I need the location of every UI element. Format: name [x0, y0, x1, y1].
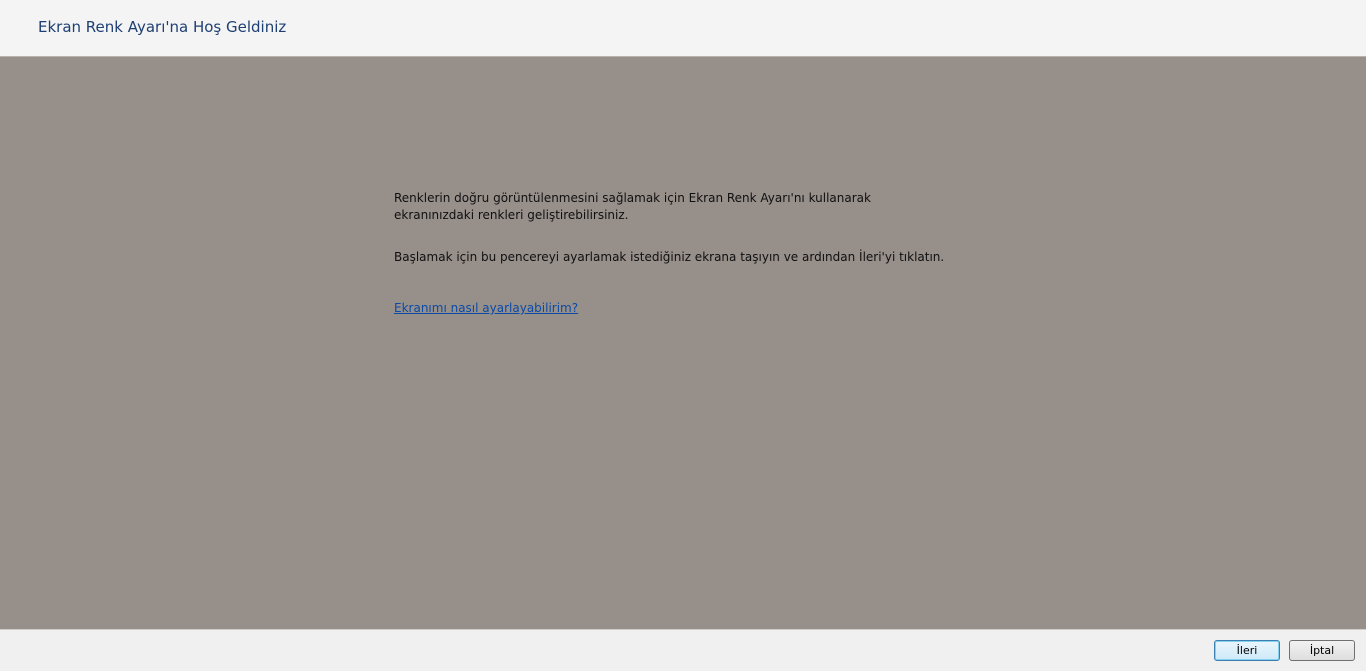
footer-bar: İleri İptal — [0, 629, 1366, 671]
next-button[interactable]: İleri — [1214, 640, 1280, 661]
intro-paragraph: Renklerin doğru görüntülenmesini sağlama… — [394, 191, 871, 222]
title-bar: Ekran Renk Ayarı'na Hoş Geldiniz — [0, 0, 1366, 57]
content-area: Renklerin doğru görüntülenmesini sağlama… — [0, 57, 1366, 629]
help-link[interactable]: Ekranımı nasıl ayarlayabilirim? — [394, 300, 578, 317]
window-title: Ekran Renk Ayarı'na Hoş Geldiniz — [38, 18, 287, 36]
calibration-window: Ekran Renk Ayarı'na Hoş Geldiniz Renkler… — [0, 0, 1366, 671]
intro-text-block: Renklerin doğru görüntülenmesini sağlama… — [394, 190, 954, 317]
instruction-paragraph: Başlamak için bu pencereyi ayarlamak ist… — [394, 250, 945, 264]
cancel-button[interactable]: İptal — [1289, 640, 1355, 661]
